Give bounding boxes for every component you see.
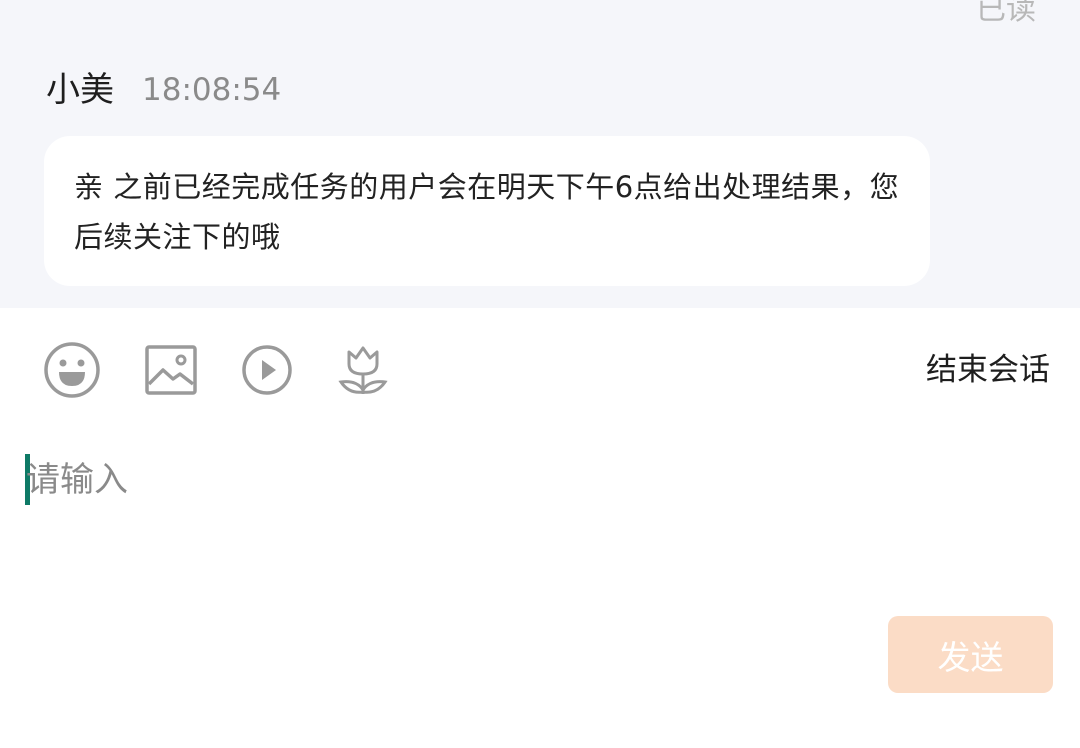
read-status: 已读 [976, 0, 1036, 27]
message-timestamp: 18:08:54 [142, 72, 282, 108]
message-header: 小美 18:08:54 [46, 64, 281, 116]
sender-name: 小美 [46, 70, 114, 110]
message-bubble: 亲 之前已经完成任务的用户会在明天下午6点给出处理结果，您后续关注下的哦 [44, 136, 930, 286]
emoji-icon[interactable] [42, 340, 102, 400]
message-input[interactable] [26, 450, 1026, 510]
composer-toolbar: 结束会话 [0, 308, 1080, 428]
send-button[interactable]: 发送 [888, 616, 1053, 693]
end-session-button[interactable]: 结束会话 [926, 346, 1050, 394]
flower-icon[interactable] [333, 340, 393, 400]
chat-message-area: 已读 小美 18:08:54 亲 之前已经完成任务的用户会在明天下午6点给出处理… [0, 0, 1080, 308]
message-text: 亲 之前已经完成任务的用户会在明天下午6点给出处理结果，您后续关注下的哦 [74, 170, 900, 254]
image-icon[interactable] [141, 340, 201, 400]
video-icon[interactable] [237, 340, 297, 400]
message-input-area[interactable] [0, 440, 1080, 600]
